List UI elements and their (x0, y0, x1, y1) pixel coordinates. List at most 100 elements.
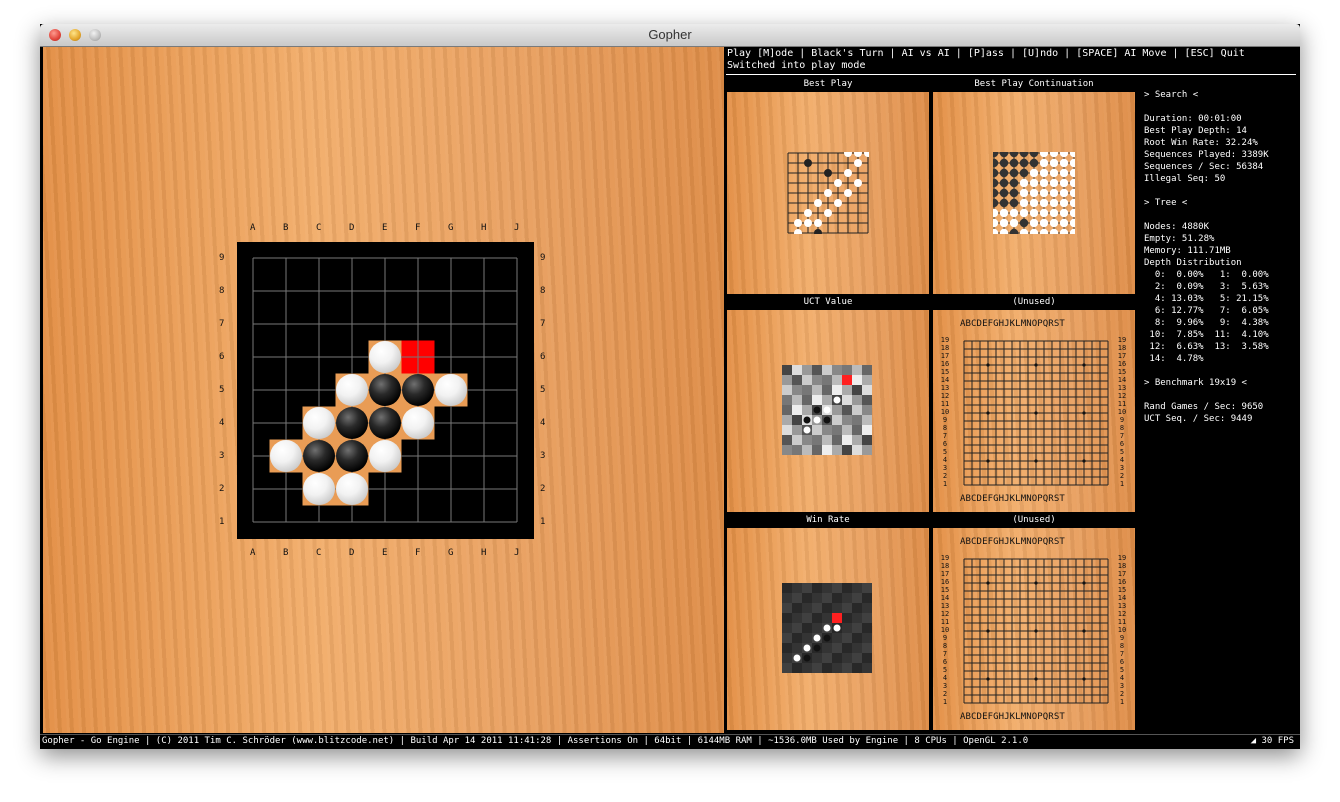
row-label: 3 (540, 451, 546, 461)
tree-nodes: Nodes: 4880K (1144, 222, 1210, 232)
tree-empty: Empty: 51.28% (1144, 234, 1215, 244)
row-label: 6 (540, 352, 546, 362)
benchmark-rand: Rand Games / Sec: 9650 (1144, 402, 1264, 412)
column-label: G (448, 223, 454, 233)
black-stone (336, 440, 368, 472)
panel-title-win-rate: Win Rate (806, 515, 850, 525)
search-depth: Best Play Depth: 14 (1144, 126, 1247, 136)
best-continuation-panel (933, 92, 1135, 294)
depth-row: 14: 4.78% (1144, 354, 1204, 364)
depth-row: 0: 0.00% 1: 0.00% (1144, 270, 1269, 280)
search-seq-per-sec: Sequences / Sec: 56384 (1144, 162, 1264, 172)
column-label: A (250, 548, 256, 558)
column-label: B (283, 548, 289, 558)
row-label: 7 (219, 319, 225, 329)
white-stone (270, 440, 302, 472)
stats-panel: > Search < Duration: 00:01:00 Best Play D… (1144, 89, 1269, 425)
panel-title-best-continuation: Best Play Continuation (974, 79, 1094, 89)
menu-bar-text: Play [M]ode | Black's Turn | AI vs AI | … (727, 48, 1245, 59)
depth-row: 4: 13.03% 5: 21.15% (1144, 294, 1269, 304)
column-label: B (283, 223, 289, 233)
column-label: J (514, 223, 520, 233)
black-stone (402, 374, 434, 406)
black-stone (369, 407, 401, 439)
go-board-9x9[interactable] (237, 242, 534, 539)
panel-title-best-play: Best Play (803, 79, 853, 89)
row-label: 2 (540, 484, 546, 494)
best-play-panel (727, 92, 929, 294)
search-illegal: Illegal Seq: 50 (1144, 174, 1226, 184)
row-label: 6 (219, 352, 225, 362)
column-label: D (349, 548, 355, 558)
benchmark-uct: UCT Seq. / Sec: 9449 (1144, 414, 1253, 424)
column-label: H (481, 223, 487, 233)
row-label: 1 (219, 517, 225, 527)
row-label: 7 (540, 319, 546, 329)
main-board-area[interactable]: A A B B C C D D E E F F G G H H J J 9 9 8 8 7 7 6 6 5 5 4 4 3 3 2 2 1 1 (43, 47, 724, 733)
panel-title-unused-1: (Unused) (1012, 297, 1056, 307)
white-stone (369, 341, 401, 373)
benchmark-header: > Benchmark 19x19 < (1144, 378, 1247, 388)
black-stone (303, 440, 335, 472)
search-sequences: Sequences Played: 3389K (1144, 150, 1269, 160)
depth-row: 8: 9.96% 9: 4.38% (1144, 318, 1269, 328)
column-label: E (382, 223, 388, 233)
row-label: 1 (540, 517, 546, 527)
white-stone (435, 374, 467, 406)
white-stone (336, 473, 368, 505)
unused-panel-2: ABCDEFGHJKLMNOPQRST ABCDEFGHJKLMNOPQRST 19… (933, 528, 1135, 730)
white-stone (402, 407, 434, 439)
status-message: Switched into play mode (727, 60, 866, 71)
fps-value: 30 FPS (1261, 736, 1294, 746)
big-board-row-label: 1 (1119, 480, 1125, 488)
window-title: Gopher (648, 27, 692, 42)
win-rate-panel (727, 528, 929, 730)
white-stone (369, 440, 401, 472)
title-bar[interactable]: Gopher (40, 24, 1300, 47)
row-label: 4 (219, 418, 225, 428)
column-label: C (316, 548, 322, 558)
fps-icon: ◢ (1250, 736, 1262, 746)
mini-board-grid (963, 558, 1109, 704)
fps-counter: ◢ 30 FPS (1251, 735, 1294, 748)
column-label: G (448, 548, 454, 558)
status-footer: Gopher - Go Engine | (C) 2011 Tim C. Sch… (40, 734, 1300, 749)
column-label: H (481, 548, 487, 558)
depth-row: 2: 0.09% 3: 5.63% (1144, 282, 1269, 292)
column-label: J (514, 548, 520, 558)
mini-board-grid (993, 152, 1075, 234)
footer-info: Gopher - Go Engine | (C) 2011 Tim C. Sch… (42, 736, 1029, 746)
row-label: 8 (540, 286, 546, 296)
search-duration: Duration: 00:01:00 (1144, 114, 1242, 124)
column-label: A (250, 223, 256, 233)
big-board-column-labels: ABCDEFGHJKLMNOPQRST (960, 319, 1065, 329)
row-label: 9 (540, 253, 546, 263)
row-label: 8 (219, 286, 225, 296)
depth-row: 6: 12.77% 7: 6.05% (1144, 306, 1269, 316)
panel-title-unused-2: (Unused) (1012, 515, 1056, 525)
column-label: E (382, 548, 388, 558)
big-board-column-labels: ABCDEFGHJKLMNOPQRST (960, 537, 1065, 547)
black-stone (336, 407, 368, 439)
white-stone (303, 407, 335, 439)
uct-value-panel (727, 310, 929, 512)
big-board-column-labels: ABCDEFGHJKLMNOPQRST (960, 712, 1065, 722)
app-window: Gopher A A B B C C D D E E F F G G H H J J 9 9 8 8 7 7 6 6 5 5 4 4 3 3 2… (40, 24, 1300, 749)
mini-board-grid (963, 340, 1109, 486)
column-label: C (316, 223, 322, 233)
row-label: 4 (540, 418, 546, 428)
big-board-row-label: 1 (1119, 698, 1125, 706)
row-label: 3 (219, 451, 225, 461)
uct-heatmap (782, 365, 872, 455)
column-label: F (415, 223, 421, 233)
mini-board-grid (787, 152, 869, 234)
tree-memory: Memory: 111.71MB (1144, 246, 1231, 256)
search-header: > Search < (1144, 90, 1199, 100)
big-board-row-label: 1 (942, 480, 948, 488)
row-label: 9 (219, 253, 225, 263)
white-stone (336, 374, 368, 406)
divider (726, 74, 1296, 75)
big-board-row-label: 1 (942, 698, 948, 706)
black-stone (369, 374, 401, 406)
depth-row: 12: 6.63% 13: 3.58% (1144, 342, 1269, 352)
